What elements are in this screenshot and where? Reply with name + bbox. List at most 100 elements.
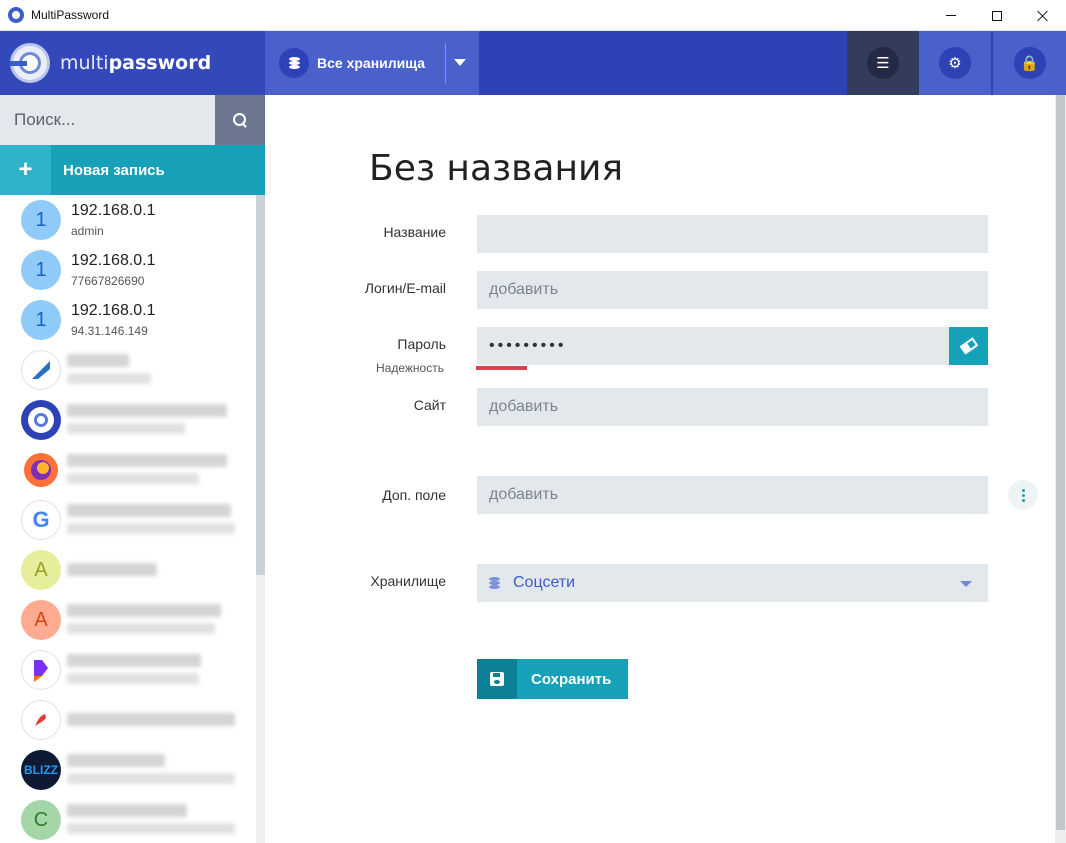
redacted-subtitle xyxy=(67,773,235,784)
redacted-subtitle xyxy=(67,673,199,684)
redacted-title xyxy=(67,354,129,367)
list-item[interactable] xyxy=(0,395,255,445)
minimize-button[interactable] xyxy=(928,0,974,31)
main-scrollbar[interactable] xyxy=(1056,95,1065,830)
search-button[interactable] xyxy=(215,95,265,145)
name-label: Название xyxy=(383,224,446,240)
search-icon xyxy=(233,113,247,127)
logo-icon xyxy=(10,43,50,83)
maximize-button[interactable] xyxy=(974,0,1020,31)
password-label: Пароль xyxy=(397,336,446,352)
new-entry-button[interactable]: + Новая запись xyxy=(0,145,265,195)
login-field[interactable] xyxy=(477,271,988,309)
brand: multipassword xyxy=(0,31,265,95)
redacted-subtitle xyxy=(67,423,185,434)
close-icon xyxy=(1037,10,1049,22)
chevron-down-icon[interactable] xyxy=(454,59,466,66)
search-row xyxy=(0,95,265,145)
vault-divider xyxy=(445,43,446,83)
list-view-button[interactable]: ☰ xyxy=(847,31,919,95)
redacted-subtitle xyxy=(67,473,199,484)
strength-bar xyxy=(476,366,527,370)
database-icon xyxy=(279,48,309,78)
redacted-subtitle xyxy=(67,823,235,834)
list-item[interactable] xyxy=(0,345,255,395)
entry-title: 192.168.0.1 xyxy=(71,202,156,219)
list-item[interactable]: A xyxy=(0,545,255,595)
gear-icon: ⚙ xyxy=(939,47,971,79)
close-button[interactable] xyxy=(1020,0,1066,31)
site-logo-icon xyxy=(21,650,61,690)
redacted-title xyxy=(67,454,227,467)
clear-password-button[interactable] xyxy=(949,327,988,365)
password-field[interactable]: ••••••••• xyxy=(477,327,949,365)
save-icon-box xyxy=(477,659,517,699)
vault-selector-label: Все хранилища xyxy=(317,55,426,71)
list-item[interactable] xyxy=(0,645,255,695)
brand-name-bold: password xyxy=(108,52,212,74)
redacted-title xyxy=(67,563,157,576)
vault-dropdown-value: Соцсети xyxy=(513,574,576,591)
redacted-title xyxy=(67,654,201,667)
extra-field-label: Доп. поле xyxy=(382,487,446,503)
strength-label: Надежность xyxy=(376,361,444,375)
entry-subtitle: admin xyxy=(71,224,104,238)
avatar: 1 xyxy=(21,250,61,290)
chevron-down-icon xyxy=(960,581,972,587)
site-label: Сайт xyxy=(413,397,446,413)
app-icon xyxy=(8,7,24,23)
redacted-title xyxy=(67,713,235,726)
window-title: MultiPassword xyxy=(31,8,110,22)
app-window: MultiPassword multipassword Все хранилищ… xyxy=(0,0,1066,843)
redacted-title xyxy=(67,504,231,517)
main-scroll-track xyxy=(1055,95,1066,843)
site-logo-icon xyxy=(21,400,61,440)
site-logo-icon xyxy=(21,350,61,390)
maximize-icon xyxy=(992,10,1002,21)
list-item[interactable]: C xyxy=(0,795,255,843)
entry-list: 1 192.168.0.1 admin 1 192.168.0.1 776678… xyxy=(0,195,255,843)
sidebar-scrollbar[interactable] xyxy=(256,195,265,575)
list-item[interactable] xyxy=(0,695,255,745)
vault-dropdown[interactable]: Соцсети xyxy=(477,564,988,602)
more-options-button[interactable] xyxy=(1008,480,1038,510)
plus-icon: + xyxy=(0,145,51,195)
app-header: multipassword Все хранилища ☰ ⚙ 🔒 xyxy=(0,31,1066,95)
avatar: 1 xyxy=(21,200,61,240)
settings-button[interactable]: ⚙ xyxy=(919,31,991,95)
list-item[interactable]: 1 192.168.0.1 77667826690 xyxy=(0,245,255,295)
list-item[interactable]: A xyxy=(0,595,255,645)
blizzard-icon: BLIZZ xyxy=(21,750,61,790)
sidebar: + Новая запись 1 192.168.0.1 admin 1 192… xyxy=(0,95,265,843)
redacted-title xyxy=(67,404,227,417)
list-item[interactable]: BLIZZ xyxy=(0,745,255,795)
new-entry-label: Новая запись xyxy=(63,161,165,179)
vault-selector[interactable]: Все хранилища xyxy=(265,31,479,95)
list-item[interactable]: G xyxy=(0,495,255,545)
avatar: A xyxy=(21,600,61,640)
vault-label: Хранилище xyxy=(370,573,446,589)
extra-field[interactable] xyxy=(477,476,988,514)
google-icon: G xyxy=(21,500,61,540)
list-item[interactable]: 1 192.168.0.1 admin xyxy=(0,195,255,245)
entry-title: 192.168.0.1 xyxy=(71,302,156,319)
lock-button[interactable]: 🔒 xyxy=(993,31,1066,95)
entry-subtitle: 77667826690 xyxy=(71,274,145,288)
site-logo-icon xyxy=(21,700,61,740)
minimize-icon xyxy=(946,15,956,16)
redacted-title xyxy=(67,754,165,767)
redacted-subtitle xyxy=(67,523,235,534)
search-input[interactable] xyxy=(0,95,215,145)
redacted-subtitle xyxy=(67,623,215,634)
avatar: 1 xyxy=(21,300,61,340)
database-icon xyxy=(489,577,500,589)
avatar: A xyxy=(21,550,61,590)
list-item[interactable]: 1 192.168.0.1 94.31.146.149 xyxy=(0,295,255,345)
redacted-title xyxy=(67,804,187,817)
redacted-subtitle xyxy=(67,373,151,384)
save-button[interactable]: Сохранить xyxy=(477,659,628,699)
name-field[interactable] xyxy=(477,215,988,253)
firefox-icon xyxy=(21,450,61,490)
list-item[interactable] xyxy=(0,445,255,495)
site-field[interactable] xyxy=(477,388,988,426)
